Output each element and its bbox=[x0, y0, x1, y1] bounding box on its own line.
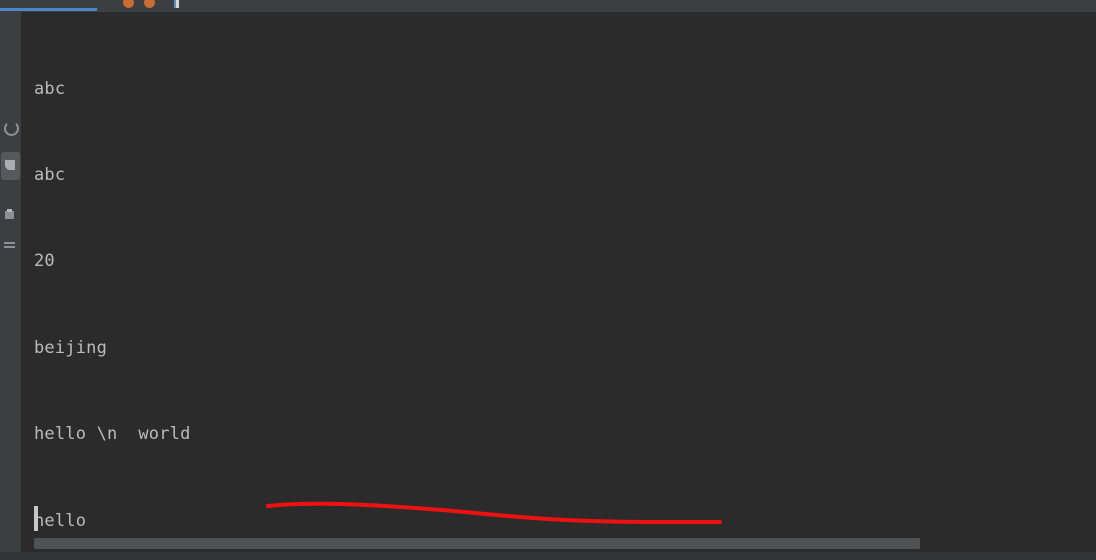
soft-wrap-icon[interactable] bbox=[3, 238, 18, 253]
print-icon[interactable] bbox=[3, 208, 18, 223]
stop-icon[interactable] bbox=[144, 0, 155, 8]
console-caret bbox=[34, 506, 38, 531]
console-line: abc bbox=[34, 78, 66, 99]
console-line: hello bbox=[34, 510, 87, 531]
console-side-toolbar bbox=[0, 12, 22, 560]
console-line: abc bbox=[34, 164, 66, 185]
rerun-icon[interactable] bbox=[123, 0, 134, 8]
console-line: 20 bbox=[34, 251, 55, 272]
console-line: hello \n world bbox=[34, 424, 191, 445]
active-tab-indicator[interactable] bbox=[0, 8, 97, 11]
console-output-area[interactable]: abc abc 20 beijing hello \n world hello … bbox=[22, 12, 1096, 560]
stop-icon[interactable] bbox=[5, 159, 20, 174]
tool-window-header bbox=[0, 0, 1096, 12]
horizontal-scrollbar-thumb[interactable] bbox=[34, 538, 920, 549]
rerun-icon[interactable] bbox=[3, 120, 19, 136]
console-lines: abc abc 20 beijing hello \n world hello … bbox=[34, 17, 671, 560]
run-console-window: abc abc 20 beijing hello \n world hello … bbox=[0, 0, 1096, 560]
window-bottom-edge bbox=[0, 552, 1096, 560]
console-line: beijing bbox=[34, 337, 108, 358]
console-icon[interactable] bbox=[174, 0, 179, 8]
